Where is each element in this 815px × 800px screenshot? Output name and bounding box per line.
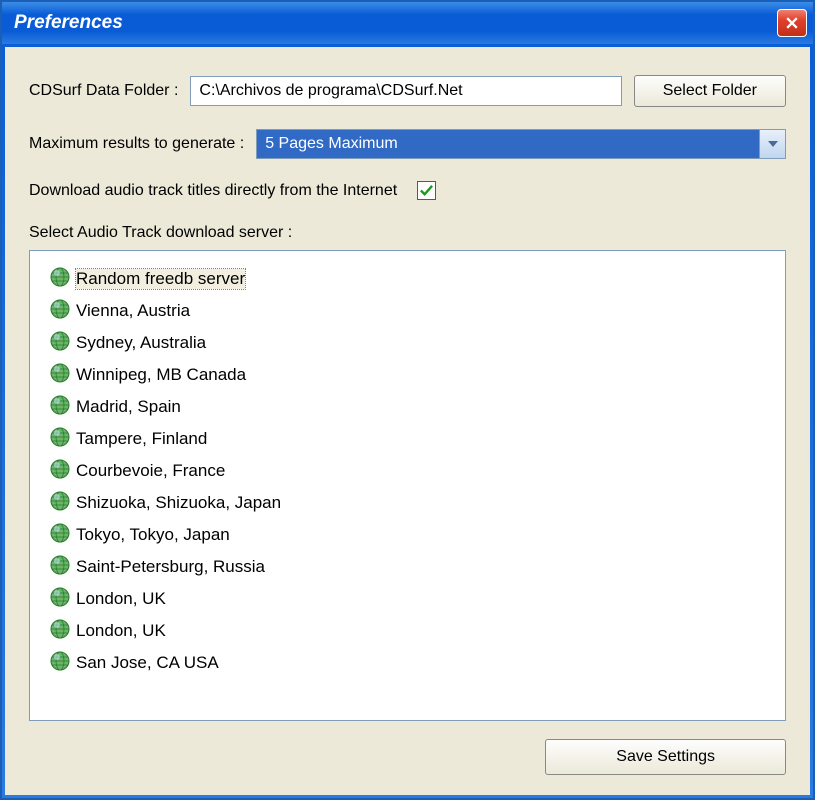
server-item[interactable]: Random freedb server [48,263,283,295]
data-folder-input[interactable] [190,76,621,106]
server-item-label: Tokyo, Tokyo, Japan [76,525,230,545]
server-item-label: Saint-Petersburg, Russia [76,557,265,577]
server-item[interactable]: Sydney, Australia [48,327,283,359]
server-listbox[interactable]: Random freedb server Vienna, Austria Syd… [29,250,786,721]
globe-icon [50,395,70,420]
server-item-label: Winnipeg, MB Canada [76,365,246,385]
server-item[interactable]: Tampere, Finland [48,423,283,455]
server-item-label: San Jose, CA USA [76,653,219,673]
server-item[interactable]: San Jose, CA USA [48,647,283,679]
server-item-label: Courbevoie, France [76,461,225,481]
select-folder-button[interactable]: Select Folder [634,75,786,107]
max-results-value: 5 Pages Maximum [256,129,786,159]
max-results-label: Maximum results to generate : [29,135,244,153]
server-item-label: Tampere, Finland [76,429,207,449]
server-item-label: Shizuoka, Shizuoka, Japan [76,493,281,513]
globe-icon [50,331,70,356]
globe-icon [50,587,70,612]
server-item-label: Sydney, Australia [76,333,206,353]
titlebar: Preferences [2,2,813,44]
preferences-window: Preferences CDSurf Data Folder : Select … [0,0,815,800]
max-results-select[interactable]: 5 Pages Maximum [256,129,786,159]
globe-icon [50,523,70,548]
server-item[interactable]: Shizuoka, Shizuoka, Japan [48,487,283,519]
checkmark-icon [419,183,434,198]
save-settings-button[interactable]: Save Settings [545,739,786,775]
globe-icon [50,491,70,516]
globe-icon [50,299,70,324]
server-item[interactable]: London, UK [48,583,283,615]
server-item[interactable]: Tokyo, Tokyo, Japan [48,519,283,551]
server-item-label: Random freedb server [76,269,245,289]
globe-icon [50,651,70,676]
footer: Save Settings [29,739,786,775]
server-item[interactable]: Saint-Petersburg, Russia [48,551,283,583]
server-item-label: Madrid, Spain [76,397,181,417]
server-item-label: London, UK [76,589,166,609]
server-item[interactable]: Vienna, Austria [48,295,283,327]
client-area: CDSurf Data Folder : Select Folder Maxim… [5,47,810,795]
server-section-label: Select Audio Track download server : [29,224,786,242]
server-item-label: Vienna, Austria [76,301,190,321]
close-icon [786,13,798,34]
download-titles-checkbox[interactable] [417,181,436,200]
max-results-row: Maximum results to generate : 5 Pages Ma… [29,129,786,159]
download-titles-label: Download audio track titles directly fro… [29,182,397,200]
data-folder-label: CDSurf Data Folder : [29,82,178,100]
close-button[interactable] [777,9,807,37]
server-item[interactable]: London, UK [48,615,283,647]
data-folder-row: CDSurf Data Folder : Select Folder [29,75,786,107]
globe-icon [50,363,70,388]
server-item[interactable]: Madrid, Spain [48,391,283,423]
server-item-label: London, UK [76,621,166,641]
globe-icon [50,459,70,484]
globe-icon [50,555,70,580]
window-title: Preferences [14,12,777,34]
globe-icon [50,427,70,452]
globe-icon [50,619,70,644]
download-titles-row: Download audio track titles directly fro… [29,181,786,200]
globe-icon [50,267,70,292]
server-item[interactable]: Courbevoie, France [48,455,283,487]
server-item[interactable]: Winnipeg, MB Canada [48,359,283,391]
